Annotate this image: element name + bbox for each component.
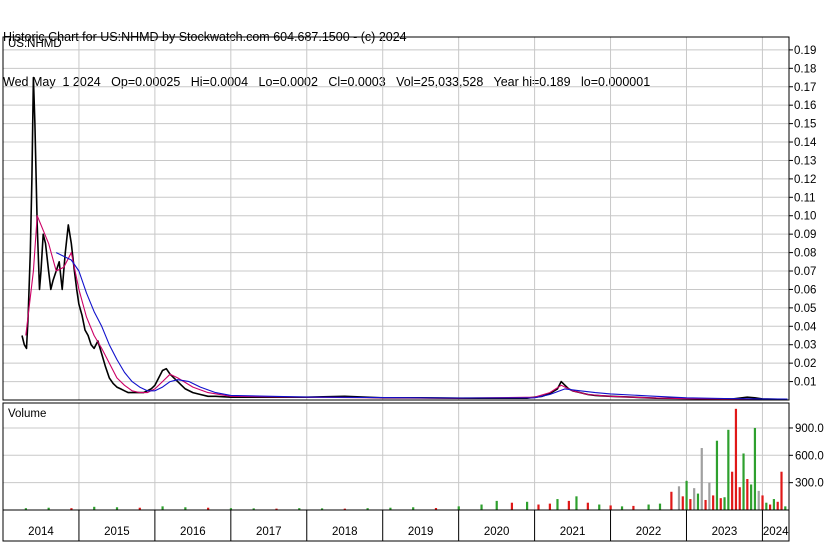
- volume-bar: [753, 427, 757, 510]
- volume-bar: [696, 493, 700, 510]
- volume-bar: [742, 453, 745, 510]
- volume-bar: [495, 500, 498, 510]
- volume-bar: [784, 506, 787, 510]
- volume-bar: [704, 499, 707, 510]
- volume-bar: [658, 503, 662, 510]
- volume-bar: [510, 502, 514, 510]
- year-axis: 2014 2015 2016 2017 2018 2019 2020 2021 2022 2023…: [28, 510, 789, 541]
- volume-bar: [548, 503, 551, 510]
- price-tick-label: 0.03: [794, 340, 816, 352]
- volume-bar: [727, 429, 730, 510]
- year-label: 2022: [636, 526, 662, 538]
- year-label: 2015: [104, 526, 130, 538]
- year-label: 2016: [180, 526, 206, 538]
- price-tick-label: 0.02: [794, 358, 816, 370]
- volume-bar: [712, 495, 715, 510]
- price-tick-label: 0.12: [794, 174, 816, 186]
- volume-bar: [609, 505, 612, 510]
- price-tick-label: 0.08: [794, 248, 816, 260]
- volume-bar: [632, 505, 635, 510]
- volume-bar: [689, 499, 692, 510]
- volume-bar: [647, 504, 650, 510]
- price-tick-label: 0.10: [794, 211, 816, 223]
- price-tick-label: 0.13: [794, 155, 816, 167]
- volume-bar: [708, 482, 711, 510]
- year-label: 2020: [484, 526, 510, 538]
- price-line: [21, 76, 788, 401]
- price-tick-label: 0.19: [794, 45, 816, 57]
- price-axis-ticks: 0.01 0.02 0.03 0.04 0.05 0.06 0.07 0.08 0.09 0.10…: [789, 45, 817, 389]
- volume-bar: [620, 506, 624, 510]
- year-label: 2024: [763, 526, 789, 538]
- volume-tick-label: 900.0: [795, 423, 824, 435]
- price-tick-label: 0.11: [794, 192, 816, 204]
- year-label: 2019: [408, 526, 434, 538]
- volume-bar: [700, 448, 703, 510]
- year-label: 2021: [560, 526, 586, 538]
- price-tick-label: 0.18: [794, 63, 816, 75]
- volume-bar: [567, 500, 570, 510]
- price-tick-label: 0.15: [794, 119, 816, 131]
- volume-bar: [772, 499, 776, 510]
- year-label: 2018: [332, 526, 358, 538]
- price-tick-label: 0.05: [794, 303, 816, 315]
- volume-bar: [723, 497, 726, 510]
- price-tick-label: 0.09: [794, 229, 816, 241]
- volume-bar: [598, 504, 601, 510]
- price-tick-label: 0.16: [794, 100, 816, 112]
- volume-label: Volume: [8, 408, 46, 420]
- price-tick-label: 0.04: [794, 321, 817, 333]
- volume-bars: [24, 408, 787, 510]
- price-grid: [3, 37, 789, 400]
- volume-axis-ticks: 300.0 600.0 900.0: [789, 423, 824, 490]
- volume-bar: [575, 496, 578, 510]
- volume-bar: [537, 504, 540, 510]
- volume-bar: [731, 471, 734, 510]
- volume-bar: [746, 479, 749, 510]
- volume-bar: [765, 502, 768, 510]
- volume-bar: [719, 498, 722, 510]
- price-tick-label: 0.01: [794, 377, 816, 389]
- price-tick-label: 0.14: [794, 137, 817, 149]
- volume-bar: [480, 504, 483, 510]
- volume-bar: [457, 506, 460, 510]
- year-label: 2014: [28, 526, 54, 538]
- volume-bar: [670, 491, 673, 510]
- volume-tick-label: 600.0: [795, 450, 824, 462]
- volume-bar: [677, 486, 681, 510]
- price-tick-label: 0.06: [794, 284, 816, 296]
- price-tick-label: 0.17: [794, 82, 816, 94]
- price-tick-label: 0.07: [794, 266, 816, 278]
- price-lines: [21, 76, 788, 401]
- year-label: 2017: [256, 526, 282, 538]
- volume-bar: [780, 471, 783, 510]
- volume-bar: [734, 408, 738, 510]
- volume-bar: [681, 496, 684, 510]
- price-panel-frame: [2, 36, 790, 401]
- volume-bar: [693, 488, 696, 510]
- volume-bar: [685, 480, 688, 510]
- volume-bar: [556, 499, 559, 510]
- volume-bar: [161, 506, 164, 510]
- volume-bar: [757, 490, 760, 510]
- symbol-label: US:NHMD: [8, 38, 62, 50]
- volume-bar: [715, 440, 719, 510]
- volume-bar: [776, 501, 779, 510]
- volume-bar: [750, 484, 753, 510]
- volume-bar: [761, 495, 764, 510]
- stock-chart: 0.01 0.02 0.03 0.04 0.05 0.06 0.07 0.08 0.09 0.10…: [2, 36, 824, 542]
- volume-tick-label: 300.0: [795, 478, 824, 490]
- volume-bar: [526, 501, 529, 510]
- volume-bar: [769, 504, 772, 510]
- volume-bar: [738, 487, 741, 510]
- year-label: 2023: [712, 526, 738, 538]
- volume-bar: [586, 502, 589, 510]
